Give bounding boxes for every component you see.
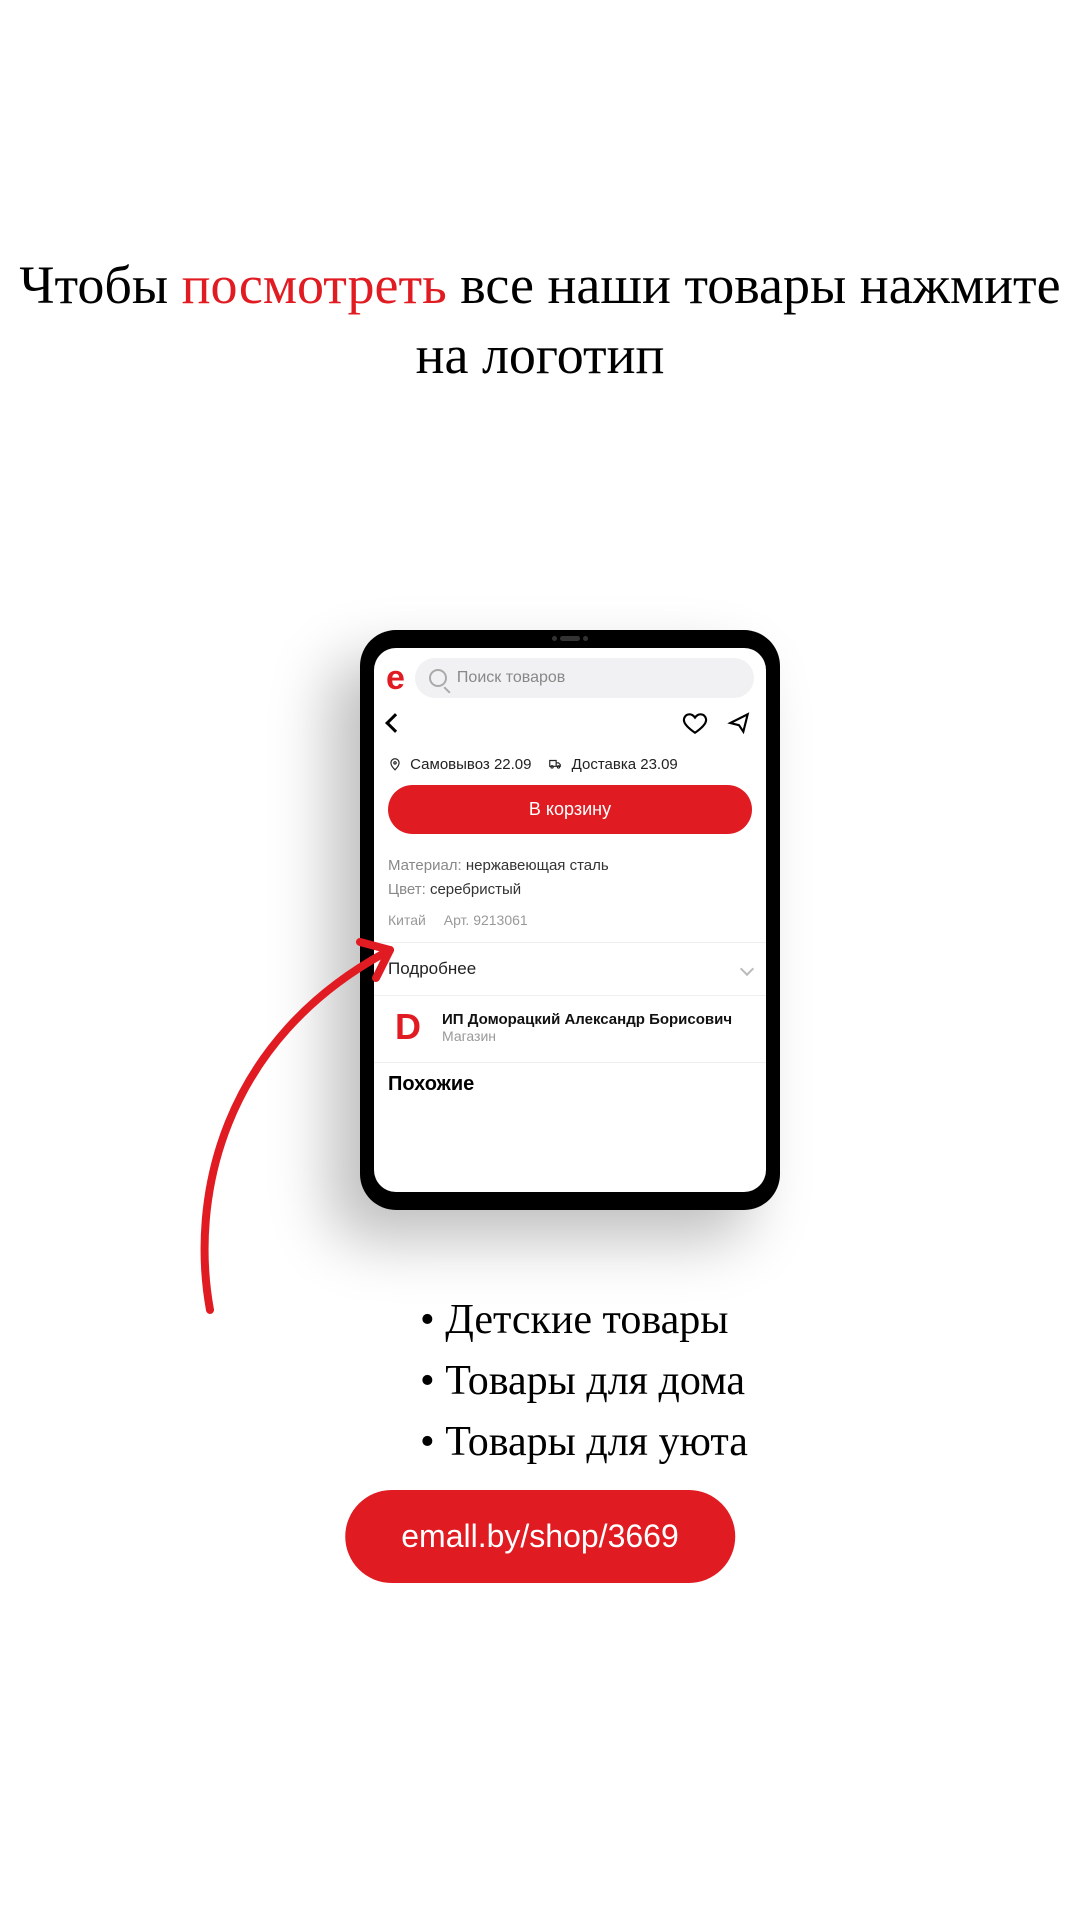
country: Китай [388,912,426,928]
spec-material-value: нержавеющая сталь [466,857,609,874]
back-icon[interactable] [385,713,405,733]
truck-icon [547,757,563,771]
headline-accent: посмотреть [182,255,447,315]
category-item: Детские товары [420,1290,748,1351]
delivery-text: Доставка 23.09 [547,756,677,773]
spec-material-label: Материал: [388,857,462,874]
search-placeholder: Поиск товаров [457,669,565,687]
similar-heading: Похожие [374,1063,766,1106]
seller-subtitle: Магазин [442,1028,732,1044]
share-icon[interactable] [726,710,752,736]
shop-url-button[interactable]: emall.by/shop/3669 [345,1490,735,1583]
headline-pre: Чтобы [19,255,181,315]
product-specs: Материал: нержавеющая сталь Цвет: серебр… [374,850,766,912]
headline: Чтобы посмотреть все наши товары нажмите… [0,250,1080,390]
nav-row [374,706,766,746]
delivery-info: Самовывоз 22.09 Доставка 23.09 [374,746,766,785]
search-icon [429,669,447,687]
top-bar: e Поиск товаров [374,648,766,706]
spec-color-value: серебристый [430,881,521,898]
seller-logo[interactable]: D [388,1006,428,1048]
more-details-row[interactable]: Подробнее [374,943,766,995]
tablet-notch [535,632,605,644]
category-item: Товары для уюта [420,1412,748,1473]
pickup-info: Самовывоз 22.09 [388,756,531,773]
tablet-screen: e Поиск товаров Самовывоз 22.09 Доставка… [374,648,766,1192]
article-number: Арт. 9213061 [444,912,528,928]
more-details-label: Подробнее [388,959,476,979]
location-icon [388,757,402,771]
headline-post: все наши товары нажмите на логотип [416,255,1061,385]
app-logo[interactable]: e [386,661,405,695]
seller-row[interactable]: D ИП Доморацкий Александр Борисович Мага… [374,996,766,1062]
category-item: Товары для дома [420,1351,748,1412]
product-meta: Китай Арт. 9213061 [374,912,766,942]
tablet-frame: e Поиск товаров Самовывоз 22.09 Доставка… [360,630,780,1210]
spec-color-label: Цвет: [388,881,426,898]
category-list: Детские товары Товары для дома Товары дл… [420,1290,748,1473]
favorite-icon[interactable] [682,710,708,736]
add-to-cart-button[interactable]: В корзину [388,785,752,834]
chevron-down-icon [740,962,754,976]
search-input[interactable]: Поиск товаров [415,658,754,698]
seller-name: ИП Доморацкий Александр Борисович [442,1011,732,1028]
